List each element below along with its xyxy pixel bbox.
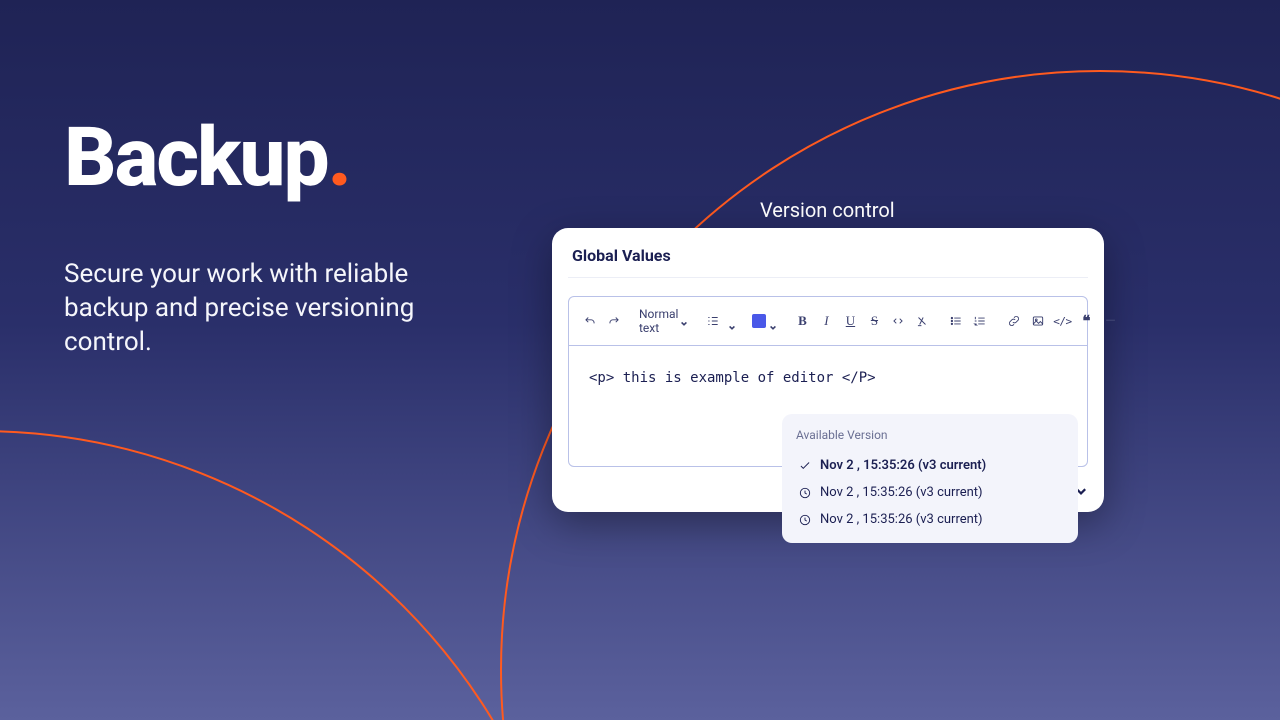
hero-title-text: Backup [64,110,328,206]
strikethrough-button[interactable]: S [865,312,883,330]
card-title: Global Values [568,246,1088,278]
chevron-down-icon [680,317,688,325]
text-style-label: Normal text [639,307,678,335]
blockquote-button[interactable]: ❝ [1077,312,1095,330]
code-icon [891,314,905,328]
undo-icon [583,314,597,328]
text-style-dropdown[interactable]: Normal text [639,307,688,335]
chevron-down-icon [728,317,736,325]
image-icon [1031,314,1045,328]
text-color-button[interactable] [752,314,777,328]
undo-button[interactable] [581,312,599,330]
horizontal-rule-button[interactable]: ― [1101,312,1119,330]
clear-format-icon [915,314,929,328]
link-button[interactable] [1005,312,1023,330]
code-block-button[interactable]: </> [1053,312,1071,330]
clock-icon [798,486,812,500]
number-list-button[interactable] [971,312,989,330]
bullet-list-icon [949,314,963,328]
version-item-label: Nov 2 , 15:35:26 (v3 current) [820,458,986,473]
line-height-button[interactable] [704,312,722,330]
editor-card: Global Values Normal text [552,228,1104,512]
editor-content-text: <p> this is example of editor </P> [589,370,876,386]
card-section-label: Version control [760,198,895,222]
underline-button[interactable]: U [841,312,859,330]
version-popover-title: Available Version [796,428,1064,442]
version-item-label: Nov 2 , 15:35:26 (v3 current) [820,512,983,527]
editor-toolbar: Normal text B I U S [569,297,1087,346]
italic-button[interactable]: I [817,312,835,330]
link-icon [1007,314,1021,328]
redo-icon [607,314,621,328]
bold-button[interactable]: B [793,312,811,330]
number-list-icon [973,314,987,328]
version-item-0[interactable]: Nov 2 , 15:35:26 (v3 current) [796,452,1064,479]
clock-icon [798,513,812,527]
decorative-arc-bottom [0,430,580,720]
image-button[interactable] [1029,312,1047,330]
inline-code-button[interactable] [889,312,907,330]
line-height-icon [706,314,720,328]
hero-title: Backup. [64,110,350,206]
version-item-label: Nov 2 , 15:35:26 (v3 current) [820,485,983,500]
clear-format-button[interactable] [913,312,931,330]
version-item-1[interactable]: Nov 2 , 15:35:26 (v3 current) [796,479,1064,506]
chevron-down-icon [769,317,777,325]
hero-title-dot: . [328,110,350,206]
redo-button[interactable] [605,312,623,330]
color-swatch-icon [752,314,766,328]
bullet-list-button[interactable] [947,312,965,330]
promo-stage: Backup. Secure your work with reliable b… [0,0,1280,720]
hero-subtitle: Secure your work with reliable backup an… [64,258,484,359]
check-icon [798,459,812,473]
version-item-2[interactable]: Nov 2 , 15:35:26 (v3 current) [796,506,1064,533]
version-popover: Available Version Nov 2 , 15:35:26 (v3 c… [782,414,1078,543]
